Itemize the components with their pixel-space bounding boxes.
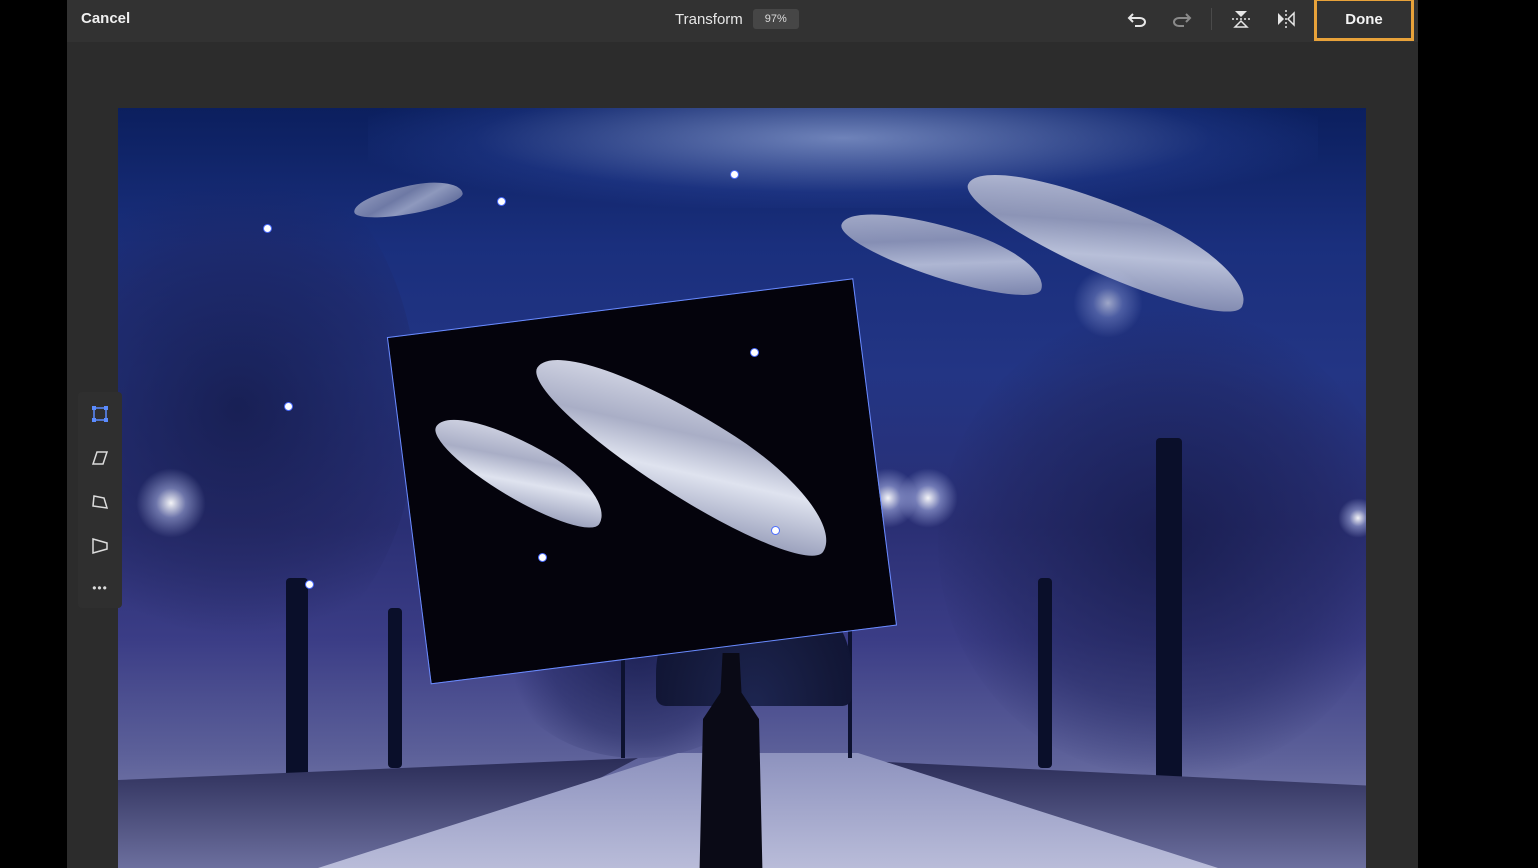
- title-group: Transform 97%: [675, 0, 799, 38]
- free-transform-icon[interactable]: [86, 400, 114, 428]
- undo-icon[interactable]: [1123, 5, 1151, 33]
- cancel-button[interactable]: Cancel: [81, 0, 130, 38]
- tree-trunk: [1038, 578, 1052, 768]
- skew-icon[interactable]: [86, 444, 114, 472]
- distort-icon[interactable]: [86, 488, 114, 516]
- water-surface: [368, 108, 1318, 208]
- street-light: [898, 468, 958, 528]
- transform-handle-top[interactable]: [497, 197, 506, 206]
- selected-layer[interactable]: [386, 278, 898, 685]
- mode-title: Transform: [675, 10, 743, 28]
- transform-handle-right[interactable]: [750, 348, 759, 357]
- tree-foliage: [938, 308, 1366, 778]
- flip-horizontal-icon[interactable]: [1272, 5, 1300, 33]
- transform-handle-left[interactable]: [284, 402, 293, 411]
- top-toolbar: Cancel Transform 97% Done: [67, 0, 1418, 42]
- transform-handle-bottom-right[interactable]: [771, 526, 780, 535]
- street-light: [136, 468, 206, 538]
- flip-vertical-icon[interactable]: [1227, 5, 1255, 33]
- done-button[interactable]: Done: [1314, 0, 1414, 41]
- zoom-level[interactable]: 97%: [752, 9, 799, 29]
- light-reflection: [1073, 268, 1143, 338]
- transform-handle-bottom-left[interactable]: [305, 580, 314, 589]
- tree-trunk: [388, 608, 402, 768]
- more-icon[interactable]: •••: [86, 574, 114, 602]
- image-canvas[interactable]: [118, 108, 1366, 868]
- transform-handle-top-right[interactable]: [730, 170, 739, 179]
- layer-dolphin-large: [519, 326, 850, 580]
- transform-tools-rail: •••: [78, 392, 122, 608]
- toolbar-divider: [1211, 8, 1212, 30]
- transform-workspace: Cancel Transform 97% Done •••: [67, 0, 1418, 868]
- redo-icon[interactable]: [1168, 5, 1196, 33]
- transform-handle-top-left[interactable]: [263, 224, 272, 233]
- transform-handle-bottom[interactable]: [538, 553, 547, 562]
- perspective-icon[interactable]: [86, 532, 114, 560]
